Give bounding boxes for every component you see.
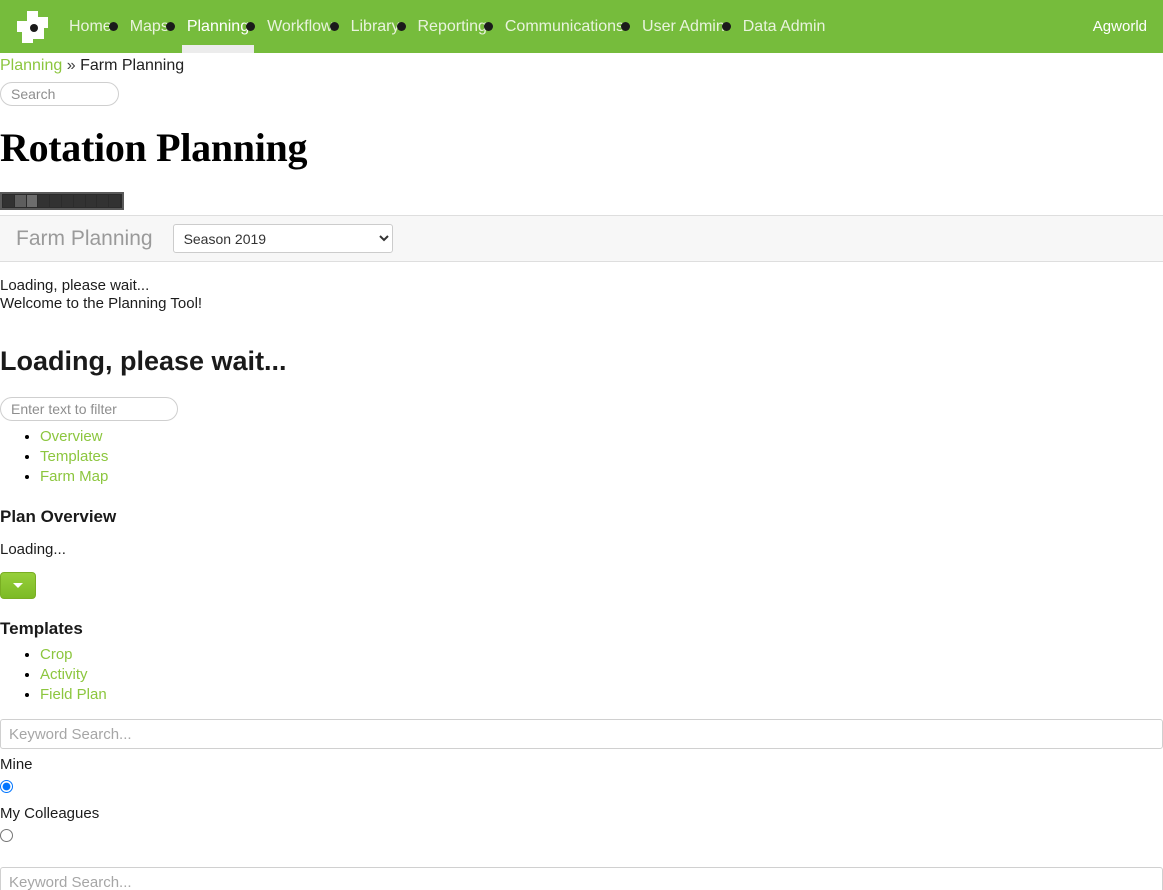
season-select[interactable]: Season 2019 [172,224,393,253]
section-nav-list: Overview Templates Farm Map [0,427,1163,487]
search-input[interactable] [0,82,119,106]
page-title: Rotation Planning [0,125,308,170]
nav-item-workflow[interactable]: Workflow [258,0,342,53]
nav-item-label: Home [69,18,112,35]
nav-item-library[interactable]: Library [342,0,409,53]
radio-row-colleagues-1[interactable] [0,829,1163,847]
filter-input[interactable] [0,397,178,421]
list-item[interactable]: Templates [40,447,1163,467]
chevron-down-icon [721,22,731,31]
breadcrumb-link-planning[interactable]: Planning [0,57,62,74]
template-link-field-plan[interactable]: Field Plan [40,686,107,703]
list-item[interactable]: Activity [40,665,1163,685]
nav-menu: Home Maps Planning Workflow Library Repo… [60,0,834,53]
agworld-logo-icon[interactable] [16,10,50,44]
breadcrumb-current: Farm Planning [80,57,185,74]
toolbar-title: Farm Planning [16,226,153,250]
keyword-search-panel-1: Mine My Colleagues [0,719,1163,847]
nav-item-label: Library [350,18,400,35]
list-item[interactable]: Farm Map [40,467,1163,487]
radio-label-colleagues-1: My Colleagues [0,805,100,822]
nav-item-communications[interactable]: Communications [496,0,633,53]
active-tab-indicator [181,45,255,53]
nav-item-home[interactable]: Home [60,0,121,53]
nav-link-templates[interactable]: Templates [40,448,108,465]
nav-link-overview[interactable]: Overview [40,428,103,445]
nav-item-label: User Admin [642,18,725,35]
nav-item-data-admin[interactable]: Data Admin [734,0,835,53]
status-loading-text: Loading, please wait... [0,277,150,294]
plan-overview-heading: Plan Overview [0,507,117,526]
welcome-text: Welcome to the Planning Tool! [0,295,203,312]
chevron-down-icon [108,22,118,31]
template-link-activity[interactable]: Activity [40,666,88,683]
templates-list: Crop Activity Field Plan [0,645,1163,705]
account-name[interactable]: Agworld [1093,18,1163,35]
chevron-down-icon [329,22,339,31]
chevron-down-icon [165,22,175,31]
radio-mine-1[interactable] [0,780,13,793]
chevron-down-icon [13,583,23,588]
template-link-crop[interactable]: Crop [40,646,73,663]
list-item[interactable]: Field Plan [40,685,1163,705]
farm-planning-toolbar: Farm Planning Season 2019 [0,215,1163,262]
loading-heading: Loading, please wait... [0,346,287,376]
main-content: Loading, please wait... Welcome to the P… [0,277,1163,890]
plan-overview-dropdown-button[interactable] [0,572,36,599]
templates-heading: Templates [0,619,83,638]
top-navigation-bar: Home Maps Planning Workflow Library Repo… [0,0,1163,53]
list-item[interactable]: Overview [40,427,1163,447]
list-item[interactable]: Crop [40,645,1163,665]
nav-item-label: Maps [129,18,169,35]
nav-item-label: Reporting [417,18,487,35]
nav-item-reporting[interactable]: Reporting [409,0,496,53]
chevron-down-icon [621,22,631,31]
keyword-search-panel-2: Mine [0,867,1163,890]
radio-label-mine-1: Mine [0,756,33,773]
nav-item-label: Planning [186,18,250,35]
radio-my-colleagues-1[interactable] [0,829,13,842]
nav-item-user-admin[interactable]: User Admin [633,0,734,53]
keyword-search-input-1[interactable] [0,719,1163,749]
nav-item-label: Data Admin [742,18,826,35]
radio-row-mine-1[interactable] [0,780,1163,798]
plan-overview-loading-text: Loading... [0,541,66,558]
nav-item-planning[interactable]: Planning [178,0,258,53]
nav-item-label: Workflow [267,18,333,35]
chevron-down-icon [246,22,256,31]
breadcrumb-separator: » [66,57,76,74]
breadcrumb: Planning » Farm Planning [0,53,1163,77]
chevron-down-icon [483,22,493,31]
keyword-search-input-2[interactable] [0,867,1163,890]
nav-item-maps[interactable]: Maps [121,0,178,53]
loading-progress-bar [0,192,124,210]
nav-item-label: Communications [504,18,625,35]
nav-link-farm-map[interactable]: Farm Map [40,468,108,485]
chevron-down-icon [396,22,406,31]
